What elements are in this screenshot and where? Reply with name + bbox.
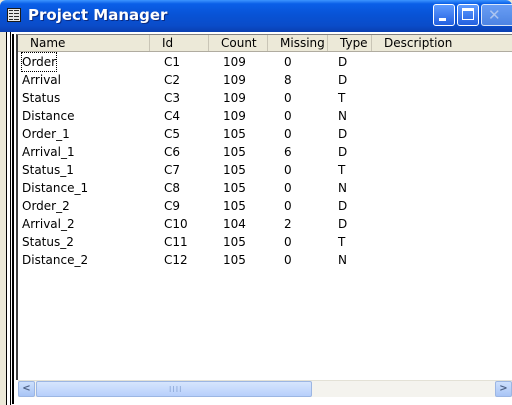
maximize-icon	[462, 8, 474, 20]
cell-missing: 0	[284, 127, 292, 141]
project-manager-icon[interactable]	[7, 8, 21, 22]
table-row[interactable]: Status_1 C7 105 0 T	[18, 161, 512, 179]
list-left-border	[12, 34, 14, 404]
header-description[interactable]: Description	[372, 35, 512, 51]
scroll-right-button[interactable]: >	[495, 381, 512, 397]
cell-name: Arrival_1	[22, 145, 75, 159]
cell-id: C9	[164, 199, 181, 213]
cell-type: N	[338, 253, 347, 267]
cell-count: 105	[223, 199, 246, 213]
cell-count: 105	[223, 181, 246, 195]
cell-type: N	[338, 109, 347, 123]
cell-type: T	[338, 163, 346, 177]
minimize-button[interactable]	[433, 4, 455, 26]
cell-name: Order	[20, 52, 58, 72]
header-id[interactable]: Id	[150, 35, 209, 51]
cell-count: 105	[223, 163, 246, 177]
maximize-button[interactable]	[457, 4, 479, 26]
close-button[interactable]: ✕	[481, 4, 512, 26]
cell-name: Status_1	[22, 163, 74, 177]
window-title: Project Manager	[28, 6, 168, 24]
table-row[interactable]: Distance_2 C12 105 0 N	[18, 251, 512, 269]
list-rows: Order C1 109 0 D Arrival C2 109 8 D Status C3 109 0 T D…	[18, 52, 512, 269]
cell-missing: 0	[284, 55, 292, 69]
cell-id: C8	[164, 181, 181, 195]
table-row[interactable]: Distance C4 109 0 N	[18, 107, 512, 125]
cell-name: Order_1	[22, 127, 70, 141]
cell-missing: 0	[284, 199, 292, 213]
header-count[interactable]: Count	[209, 35, 268, 51]
cell-count: 109	[223, 73, 246, 87]
table-row[interactable]: Order_2 C9 105 0 D	[18, 197, 512, 215]
cell-count: 109	[223, 55, 246, 69]
cell-type: D	[338, 199, 348, 213]
cell-id: C10	[164, 217, 188, 231]
project-manager-window: Project Manager ✕ Name Id Count Missing …	[0, 0, 512, 405]
cell-type: D	[338, 145, 348, 159]
cell-type: N	[338, 181, 347, 195]
table-row[interactable]: Order_1 C5 105 0 D	[18, 125, 512, 143]
cell-id: C7	[164, 163, 181, 177]
scroll-left-button[interactable]: <	[18, 381, 35, 397]
cell-missing: 8	[284, 73, 292, 87]
scrollbar-grip-icon: IIII	[169, 385, 183, 394]
table-row[interactable]: Status C3 109 0 T	[18, 89, 512, 107]
cell-count: 105	[223, 253, 246, 267]
cell-type: T	[338, 235, 346, 249]
table-row[interactable]: Arrival_1 C6 105 6 D	[18, 143, 512, 161]
cell-missing: 0	[284, 109, 292, 123]
cell-missing: 0	[284, 91, 292, 105]
left-pane-divider[interactable]	[6, 32, 11, 405]
chevron-left-icon: <	[22, 383, 31, 394]
table-row[interactable]: Arrival_2 C10 104 2 D	[18, 215, 512, 233]
cell-missing: 0	[284, 163, 292, 177]
cell-name: Arrival_2	[22, 217, 75, 231]
cell-name: Distance	[22, 109, 75, 123]
horizontal-scrollbar[interactable]: < IIII >	[18, 380, 512, 397]
cell-missing: 2	[284, 217, 292, 231]
cell-count: 105	[223, 127, 246, 141]
cell-count: 105	[223, 235, 246, 249]
cell-count: 105	[223, 145, 246, 159]
table-row[interactable]: Status_2 C11 105 0 T	[18, 233, 512, 251]
list-header: Name Id Count Missing Type Description	[18, 35, 512, 52]
cell-count: 109	[223, 109, 246, 123]
title-bar[interactable]: Project Manager ✕	[0, 0, 512, 32]
cell-id: C11	[164, 235, 188, 249]
cell-type: D	[338, 127, 348, 141]
header-name[interactable]: Name	[18, 35, 150, 51]
cell-type: T	[338, 91, 346, 105]
cell-name: Order_2	[22, 199, 70, 213]
cell-id: C1	[164, 55, 181, 69]
cell-count: 109	[223, 91, 246, 105]
cell-missing: 0	[284, 235, 292, 249]
cell-id: C5	[164, 127, 181, 141]
cell-name: Arrival	[22, 73, 61, 87]
cell-missing: 6	[284, 145, 292, 159]
cell-missing: 0	[284, 253, 292, 267]
cell-id: C4	[164, 109, 181, 123]
cell-type: D	[338, 217, 348, 231]
header-type[interactable]: Type	[328, 35, 372, 51]
minimize-icon	[439, 18, 446, 21]
cell-name: Status	[22, 91, 61, 105]
chevron-right-icon: >	[499, 383, 508, 394]
table-row[interactable]: Arrival C2 109 8 D	[18, 71, 512, 89]
scrollbar-thumb[interactable]: IIII	[36, 381, 312, 397]
cell-missing: 0	[284, 181, 292, 195]
cell-id: C12	[164, 253, 188, 267]
table-row[interactable]: Distance_1 C8 105 0 N	[18, 179, 512, 197]
header-missing[interactable]: Missing	[268, 35, 328, 51]
cell-name: Distance_2	[22, 253, 89, 267]
cell-id: C3	[164, 91, 181, 105]
cell-id: C6	[164, 145, 181, 159]
cell-count: 104	[223, 217, 246, 231]
cell-type: D	[338, 73, 348, 87]
close-icon: ✕	[488, 6, 501, 24]
cell-name: Distance_1	[22, 181, 89, 195]
cell-id: C2	[164, 73, 181, 87]
cell-type: D	[338, 55, 348, 69]
cell-name: Status_2	[22, 235, 74, 249]
table-row[interactable]: Order C1 109 0 D	[18, 52, 512, 72]
